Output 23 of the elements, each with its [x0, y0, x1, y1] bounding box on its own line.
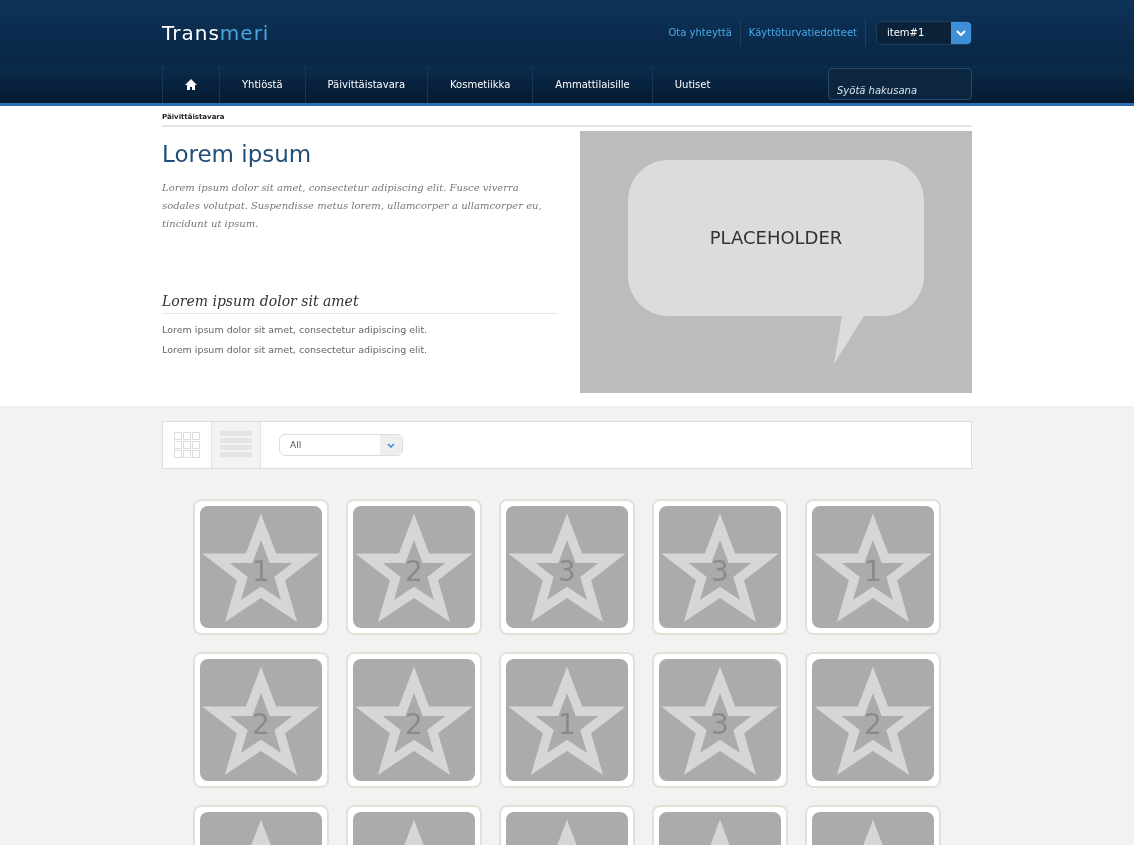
filter-select[interactable]: All — [279, 434, 403, 456]
nav-item[interactable]: Päivittäistavara — [304, 65, 427, 103]
logo[interactable]: Transmeri — [162, 20, 661, 45]
header-link[interactable]: Käyttöturvatiedotteet — [740, 18, 866, 47]
nav-item[interactable]: Uutiset — [651, 65, 733, 103]
grid-icon — [174, 432, 200, 458]
chevron-down-icon — [956, 29, 966, 36]
speech-bubble-icon — [628, 160, 924, 364]
header-link[interactable]: Ota yhteyttä — [660, 18, 741, 47]
list-view-button[interactable] — [212, 422, 261, 468]
section-title: Lorem ipsum dolor sit amet — [162, 293, 558, 314]
body-text: Lorem ipsum dolor sit amet, consectetur adipiscing elit. — [162, 323, 429, 337]
page-title: Lorem ipsum — [162, 141, 313, 167]
nav-item[interactable]: Ammattilaisille — [532, 65, 652, 103]
nav-item[interactable]: Yhtiöstä — [219, 65, 305, 103]
home-icon — [185, 78, 197, 90]
search-field[interactable]: Syötä hakusana — [828, 68, 972, 100]
placeholder-label: PLACEHOLDER — [708, 227, 844, 248]
intro-text: Lorem ipsum dolor sit amet, consectetur adipiscing elit. Fusce viverra sodales volutpat. Suspendisse metus lorem, ullamcorper a ullamcorper eu, tincidunt ut ipsum. — [162, 181, 543, 231]
body-text: Lorem ipsum dolor sit amet, consectetur adipiscing elit. — [162, 343, 429, 357]
item-select[interactable]: item#1 — [876, 20, 972, 45]
nav-item[interactable]: Kosmetiikka — [427, 65, 533, 103]
chevron-down-icon — [387, 442, 395, 448]
